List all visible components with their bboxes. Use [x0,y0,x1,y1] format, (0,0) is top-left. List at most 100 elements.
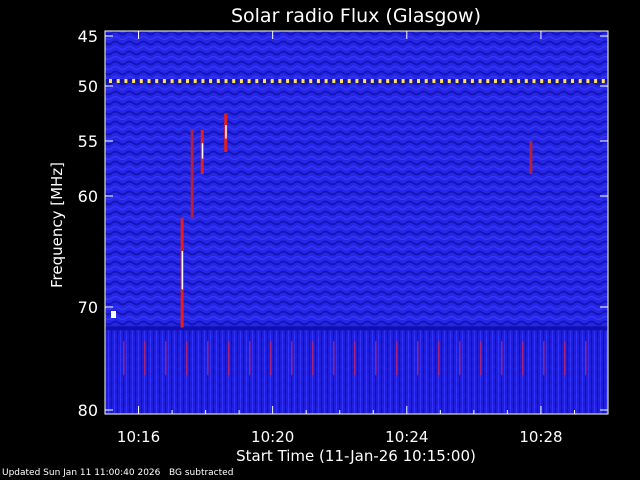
interference-dot [401,79,405,83]
interference-dot [201,79,205,83]
interference-dot [124,79,128,83]
interference-dot [478,79,482,83]
rfi-stripe [144,341,146,376]
rfi-stripe [480,341,482,376]
rfi-stripe [333,341,335,376]
interference-dot [463,79,467,83]
interference-dot [162,79,166,83]
rfi-stripe [564,341,566,376]
y-tick-label: 45 [78,27,98,46]
interference-dot [393,79,397,83]
interference-dot [601,79,605,83]
interference-dot [571,79,574,83]
interference-dot [378,79,382,83]
interference-dot [447,79,451,83]
rfi-stripe [207,341,209,376]
interference-dot [409,79,413,83]
interference-dot [147,79,151,83]
interference-dot [270,79,274,83]
interference-dot [347,79,351,83]
interference-dot [216,79,220,83]
y-tick-label: 60 [78,187,98,206]
interference-dot [109,79,112,83]
rfi-stripe [459,341,461,376]
interference-dot [324,79,328,83]
rfi-stripe [417,341,419,376]
interference-dot [309,79,313,83]
interference-dot [517,79,521,83]
rfi-stripe [312,341,314,376]
interference-dot [232,79,236,83]
burst-core [181,251,184,290]
interference-dot [332,79,336,83]
interference-dot [278,79,282,83]
interference-dot [455,79,459,83]
interference-dot [340,79,343,83]
rfi-stripe [123,341,125,376]
interference-dot [555,79,559,83]
interference-dot [578,79,582,83]
interference-dot [247,79,251,83]
burst-mark [190,130,194,219]
footer-status: Updated Sun Jan 11 11:00:40 2026 BG subt… [2,468,233,478]
interference-dot [355,79,359,83]
x-axis-label: Start Time (11-Jan-26 10:15:00) [236,447,476,465]
interference-dot [186,79,189,83]
interference-dot [224,79,228,83]
band-separator [105,326,608,331]
chart-title: Solar radio Flux (Glasgow) [231,5,481,27]
rfi-stripe [375,341,377,376]
burst-core [225,125,227,139]
burst-mark [529,141,533,174]
interference-dot [132,79,136,83]
interference-dot [239,79,243,83]
spectrogram-background [105,31,608,414]
interference-dot [524,79,528,83]
y-tick-label: 55 [78,132,98,151]
interference-dot [563,79,567,83]
footer-updated: Updated Sun Jan 11 11:00:40 2026 [2,468,161,478]
rfi-stripe [165,341,167,376]
x-tick-label: 10:16 [117,428,160,446]
interference-dot [417,79,420,83]
interference-dot [155,79,159,83]
interference-dot [316,79,320,83]
interference-dot [255,79,259,83]
rfi-stripe [354,341,356,376]
rfi-stripe [522,341,524,376]
interference-dot [494,79,497,83]
y-tick-label: 50 [78,77,98,96]
rfi-stripe [270,341,272,376]
interference-dot [370,79,374,83]
interference-dot [586,79,590,83]
interference-dot [594,79,598,83]
interference-dot [363,79,367,83]
interference-dot [170,79,174,83]
interference-dot [547,79,551,83]
y-axis-label: Frequency [MHz] [48,162,66,288]
y-tick-label: 80 [78,401,98,420]
rfi-stripe [501,341,503,376]
interference-dot [440,79,444,83]
x-tick-label: 10:24 [385,428,428,446]
x-tick-label: 10:28 [519,428,562,446]
interference-dot [540,79,544,83]
interference-dot [501,79,505,83]
y-tick-label: 70 [78,298,98,317]
interference-dot [424,79,428,83]
rfi-stripe [396,341,398,376]
interference-dot [386,79,390,83]
interference-dot [116,79,120,83]
interference-dot [293,79,297,83]
interference-dot [470,79,474,83]
interference-dot [432,79,436,83]
interference-dot [532,79,536,83]
rfi-stripe [186,341,188,376]
interference-dot [209,79,213,83]
x-tick-label: 10:20 [251,428,294,446]
interference-dot [286,79,290,83]
rfi-stripe [543,341,545,376]
interference-dot [263,79,266,83]
white-marker [111,311,116,318]
interference-dot [178,79,182,83]
